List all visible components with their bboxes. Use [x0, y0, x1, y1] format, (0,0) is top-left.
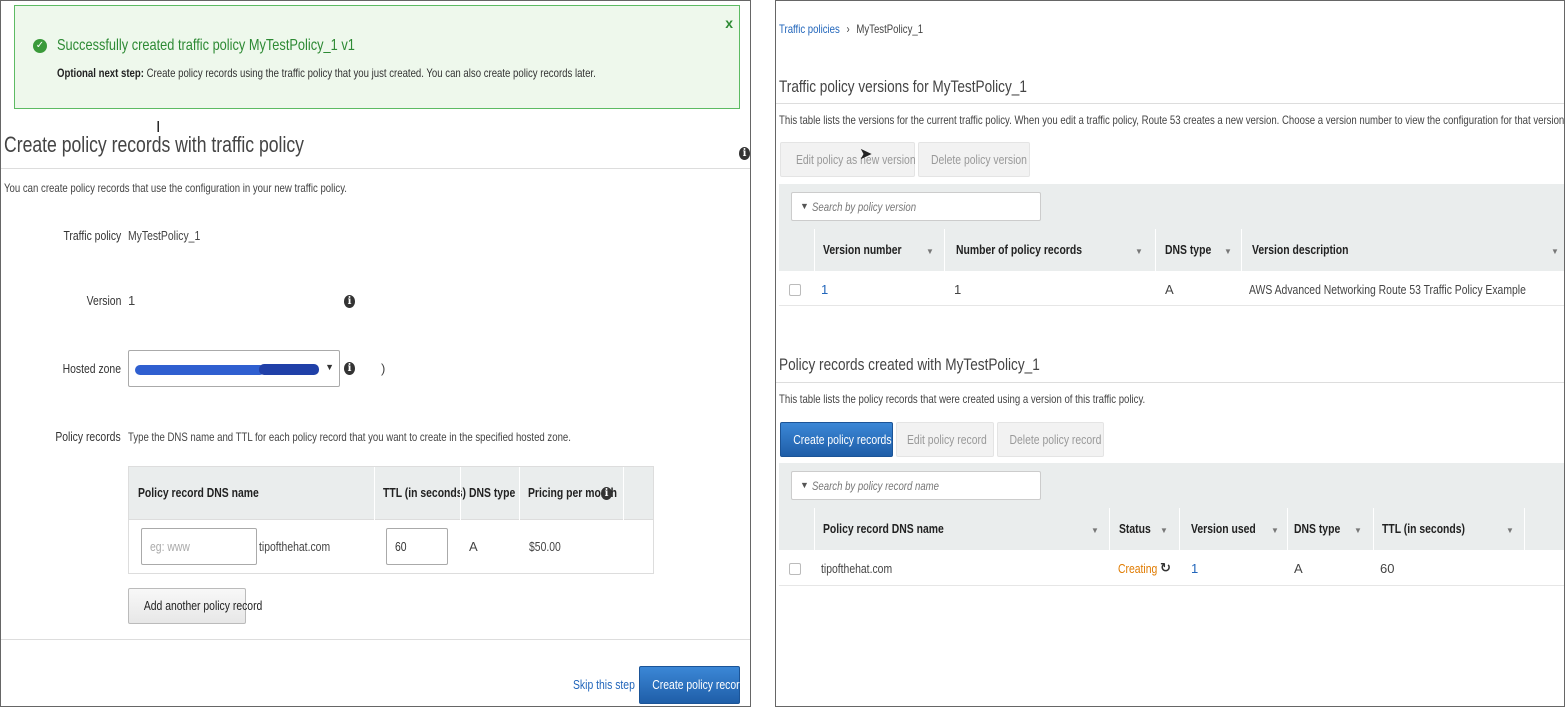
- records-count: 1: [954, 282, 962, 297]
- create-policy-records-button[interactable]: Create policy records: [780, 422, 893, 457]
- sort-caret-icon[interactable]: ▼: [1506, 526, 1514, 535]
- dns-type-value: A: [1294, 561, 1303, 576]
- dns-type-value: A: [469, 539, 478, 554]
- divider: [776, 382, 1564, 383]
- breadcrumb-traffic-policies[interactable]: Traffic policies: [779, 22, 840, 36]
- redacted-value: [135, 365, 265, 375]
- version-label: Version: [86, 293, 121, 308]
- col-dns-type[interactable]: DNS type: [1165, 242, 1211, 257]
- traffic-policy-detail-panel: Traffic policies › MyTestPolicy_1 Traffi…: [775, 0, 1565, 707]
- info-icon[interactable]: i: [601, 487, 612, 500]
- ttl-value: 60: [1380, 561, 1395, 576]
- col-dns-name: Policy record DNS name: [138, 485, 259, 500]
- policy-records-label: Policy records: [55, 429, 121, 444]
- section-description: You can create policy records that use t…: [4, 181, 347, 195]
- delete-policy-record-button[interactable]: Delete policy record: [997, 422, 1104, 457]
- records-description: This table lists the policy records that…: [779, 392, 1146, 406]
- dns-suffix: tipofthehat.com: [259, 539, 331, 554]
- pricing-value: $50.00: [529, 539, 561, 554]
- records-search-input[interactable]: ▼ Search by policy record name: [791, 471, 1041, 500]
- records-table-header: Policy record DNS name ▼ Status ▼ Versio…: [779, 508, 1564, 550]
- banner-optional-text: Create policy records using the traffic …: [146, 66, 596, 80]
- breadcrumb-separator: ›: [846, 22, 850, 36]
- success-banner: ✓ Successfully created traffic policy My…: [14, 5, 740, 109]
- col-dns-type[interactable]: DNS type: [1294, 521, 1340, 536]
- breadcrumb-current: MyTestPolicy_1: [856, 22, 924, 36]
- chevron-down-icon: ▼: [325, 362, 334, 372]
- sort-caret-icon[interactable]: ▼: [1160, 526, 1168, 535]
- divider: [1, 639, 750, 640]
- version-value: 1: [128, 293, 136, 308]
- records-title: Policy records created with MyTestPolicy…: [779, 355, 1040, 374]
- add-policy-record-button[interactable]: Add another policy record: [128, 588, 262, 624]
- breadcrumb: Traffic policies › MyTestPolicy_1: [779, 22, 959, 36]
- sort-caret-icon[interactable]: ▼: [1354, 526, 1362, 535]
- banner-title: Successfully created traffic policy MyTe…: [57, 37, 355, 54]
- filter-icon: ▼: [800, 480, 809, 490]
- skip-step-link[interactable]: Skip this step: [573, 677, 635, 692]
- hosted-zone-suffix: ): [381, 361, 386, 376]
- policy-records-table: Policy record DNS name TTL (in seconds) …: [128, 466, 654, 574]
- mouse-pointer-icon: ➤: [859, 146, 873, 163]
- version-used-link[interactable]: 1: [1191, 561, 1198, 576]
- col-status[interactable]: Status: [1119, 521, 1151, 536]
- sort-caret-icon[interactable]: ▼: [1135, 247, 1143, 256]
- info-icon[interactable]: i: [344, 295, 355, 308]
- sort-caret-icon[interactable]: ▼: [1224, 247, 1232, 256]
- create-records-panel: ✓ Successfully created traffic policy My…: [0, 0, 751, 707]
- col-version-used[interactable]: Version used: [1191, 521, 1256, 536]
- info-icon[interactable]: i: [739, 147, 750, 160]
- text-cursor-icon: I: [156, 119, 161, 136]
- col-ttl: TTL (in seconds): [383, 485, 467, 500]
- check-circle-icon: ✓: [33, 39, 47, 53]
- sort-caret-icon[interactable]: ▼: [926, 247, 934, 256]
- dns-name-input[interactable]: eg: www: [141, 528, 257, 565]
- status-badge: Creating: [1118, 561, 1158, 576]
- policy-records-help: Type the DNS name and TTL for each polic…: [128, 430, 571, 444]
- versions-table-header: Version number ▼ Number of policy record…: [779, 229, 1564, 271]
- create-policy-records-button[interactable]: Create policy records: [639, 666, 750, 704]
- col-version-description[interactable]: Version description: [1252, 242, 1349, 257]
- ttl-input[interactable]: 60: [386, 528, 448, 565]
- sort-caret-icon[interactable]: ▼: [1551, 247, 1559, 256]
- col-ttl[interactable]: TTL (in seconds): [1382, 521, 1465, 536]
- col-number-of-records[interactable]: Number of policy records: [956, 242, 1082, 257]
- divider: [1, 168, 750, 169]
- record-dns-name: tipofthehat.com: [821, 561, 893, 576]
- col-version-number[interactable]: Version number: [823, 242, 902, 257]
- sort-caret-icon[interactable]: ▼: [1091, 526, 1099, 535]
- hosted-zone-select[interactable]: ) ▼: [128, 350, 385, 387]
- row-checkbox[interactable]: [789, 563, 801, 575]
- close-icon[interactable]: x: [725, 15, 733, 31]
- filter-icon: ▼: [800, 201, 809, 211]
- delete-policy-version-button[interactable]: Delete policy version: [918, 142, 1030, 177]
- banner-optional-label: Optional next step:: [57, 66, 144, 80]
- edit-policy-version-button[interactable]: Edit policy as new version: [780, 142, 916, 177]
- hosted-zone-label: Hosted zone: [62, 361, 121, 376]
- table-header: Policy record DNS name TTL (in seconds) …: [129, 467, 653, 520]
- divider: [776, 103, 1564, 104]
- refresh-icon[interactable]: ↻: [1160, 560, 1171, 576]
- edit-policy-record-button[interactable]: Edit policy record: [896, 422, 994, 457]
- version-description: AWS Advanced Networking Route 53 Traffic…: [1249, 282, 1526, 297]
- row-checkbox[interactable]: [789, 284, 801, 296]
- sort-caret-icon[interactable]: ▼: [1271, 526, 1279, 535]
- section-title: Create policy records with traffic polic…: [4, 132, 304, 157]
- info-icon[interactable]: i: [344, 362, 355, 375]
- col-record-dns-name[interactable]: Policy record DNS name: [823, 521, 944, 536]
- versions-title: Traffic policy versions for MyTestPolicy…: [779, 77, 1027, 96]
- traffic-policy-value: MyTestPolicy_1: [128, 228, 201, 243]
- versions-search-input[interactable]: ▼ Search by policy version: [791, 192, 1041, 221]
- versions-description: This table lists the versions for the cu…: [779, 113, 1565, 127]
- col-dns-type: DNS type: [469, 485, 516, 500]
- traffic-policy-label: Traffic policy: [63, 228, 121, 243]
- version-link[interactable]: 1: [821, 282, 828, 297]
- dns-type-value: A: [1165, 282, 1174, 297]
- redacted-value: [259, 364, 319, 375]
